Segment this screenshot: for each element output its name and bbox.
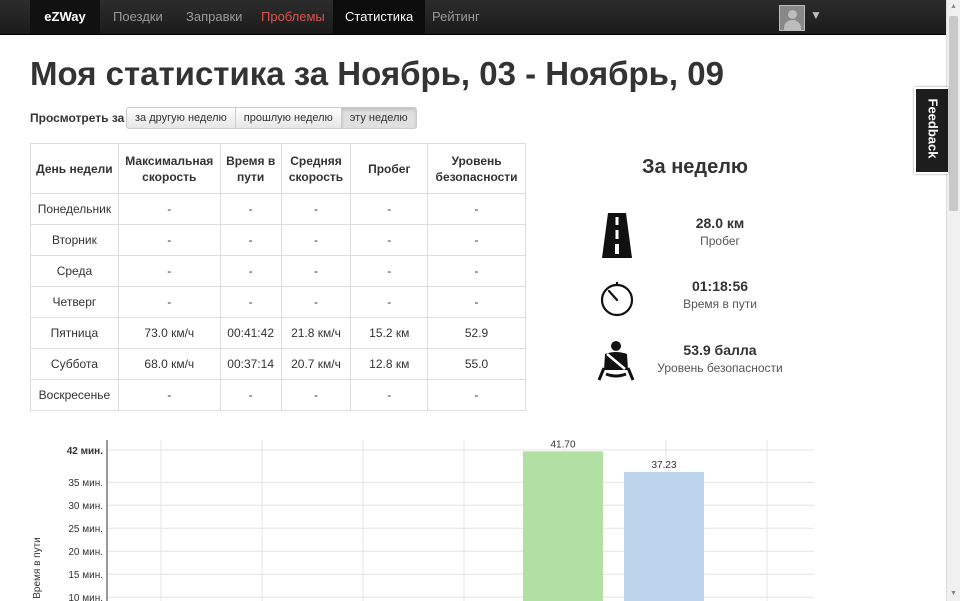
bar-value-label: 41.70 bbox=[550, 439, 575, 450]
y-tick-label: 35 мин. bbox=[68, 478, 103, 489]
bar bbox=[624, 471, 704, 601]
bar-value-label: 37.23 bbox=[651, 460, 676, 471]
y-tick-label: 42 мин. bbox=[67, 446, 103, 457]
scroll-down-icon[interactable]: ▼ bbox=[950, 590, 957, 597]
travel-time-chart: 42 мин. 35 мин. 30 мин. 25 мин. 20 мин. 15 ми… bbox=[32, 439, 814, 601]
y-tick-label: 30 мин. bbox=[68, 501, 103, 512]
y-axis-label: Время в пути bbox=[32, 537, 43, 599]
scrollbar-thumb[interactable] bbox=[949, 16, 958, 211]
y-tick-label: 10 мин. bbox=[68, 593, 103, 601]
y-tick-label: 25 мин. bbox=[68, 524, 103, 535]
bar bbox=[523, 451, 603, 601]
page-scrollbar[interactable]: ▲ ▼ bbox=[946, 0, 960, 601]
scroll-up-icon[interactable]: ▲ bbox=[950, 3, 957, 10]
y-tick-label: 20 мин. bbox=[68, 547, 103, 558]
y-tick-label: 15 мин. bbox=[68, 570, 103, 581]
